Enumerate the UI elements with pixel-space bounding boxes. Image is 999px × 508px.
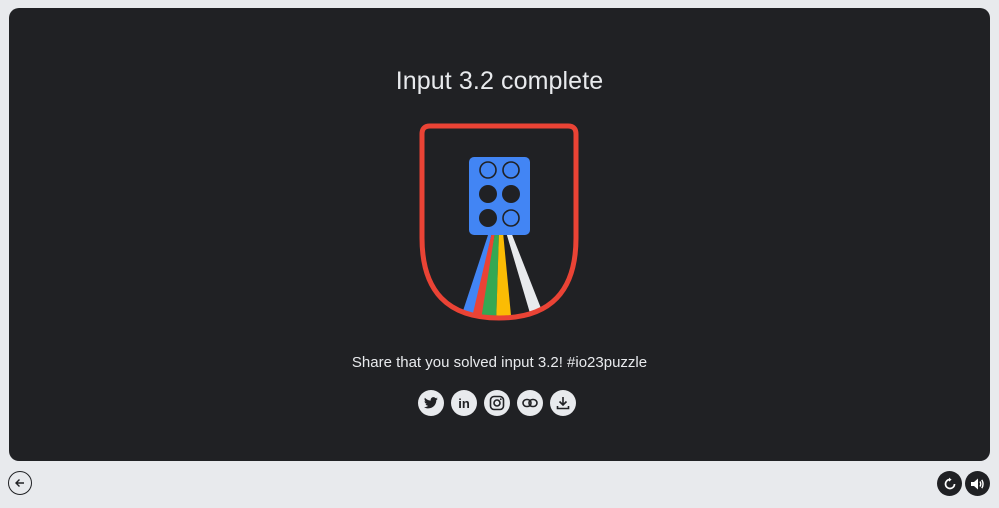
arrow-left-icon [15, 479, 24, 487]
download-button[interactable] [550, 390, 576, 416]
sound-button[interactable] [965, 471, 990, 496]
share-buttons: in [418, 390, 576, 416]
reset-button[interactable] [937, 471, 962, 496]
twitter-icon [424, 397, 438, 409]
share-message: Share that you solved input 3.2! #io23pu… [351, 354, 648, 371]
braille-cell-icon [469, 157, 530, 235]
refresh-icon [944, 477, 955, 489]
linkedin-icon: in [458, 395, 470, 411]
completion-panel: Input 3.2 complete Share that you solved… [9, 8, 990, 461]
link-icon [522, 398, 538, 408]
copy-link-button[interactable] [517, 390, 543, 416]
linkedin-share-button[interactable]: in [451, 390, 477, 416]
badge-shield [419, 123, 579, 321]
volume-icon [971, 478, 984, 489]
back-button[interactable] [8, 471, 32, 495]
instagram-icon [489, 395, 505, 411]
download-icon [556, 397, 570, 410]
page-title: Input 3.2 complete [395, 67, 604, 95]
twitter-share-button[interactable] [418, 390, 444, 416]
instagram-share-button[interactable] [484, 390, 510, 416]
